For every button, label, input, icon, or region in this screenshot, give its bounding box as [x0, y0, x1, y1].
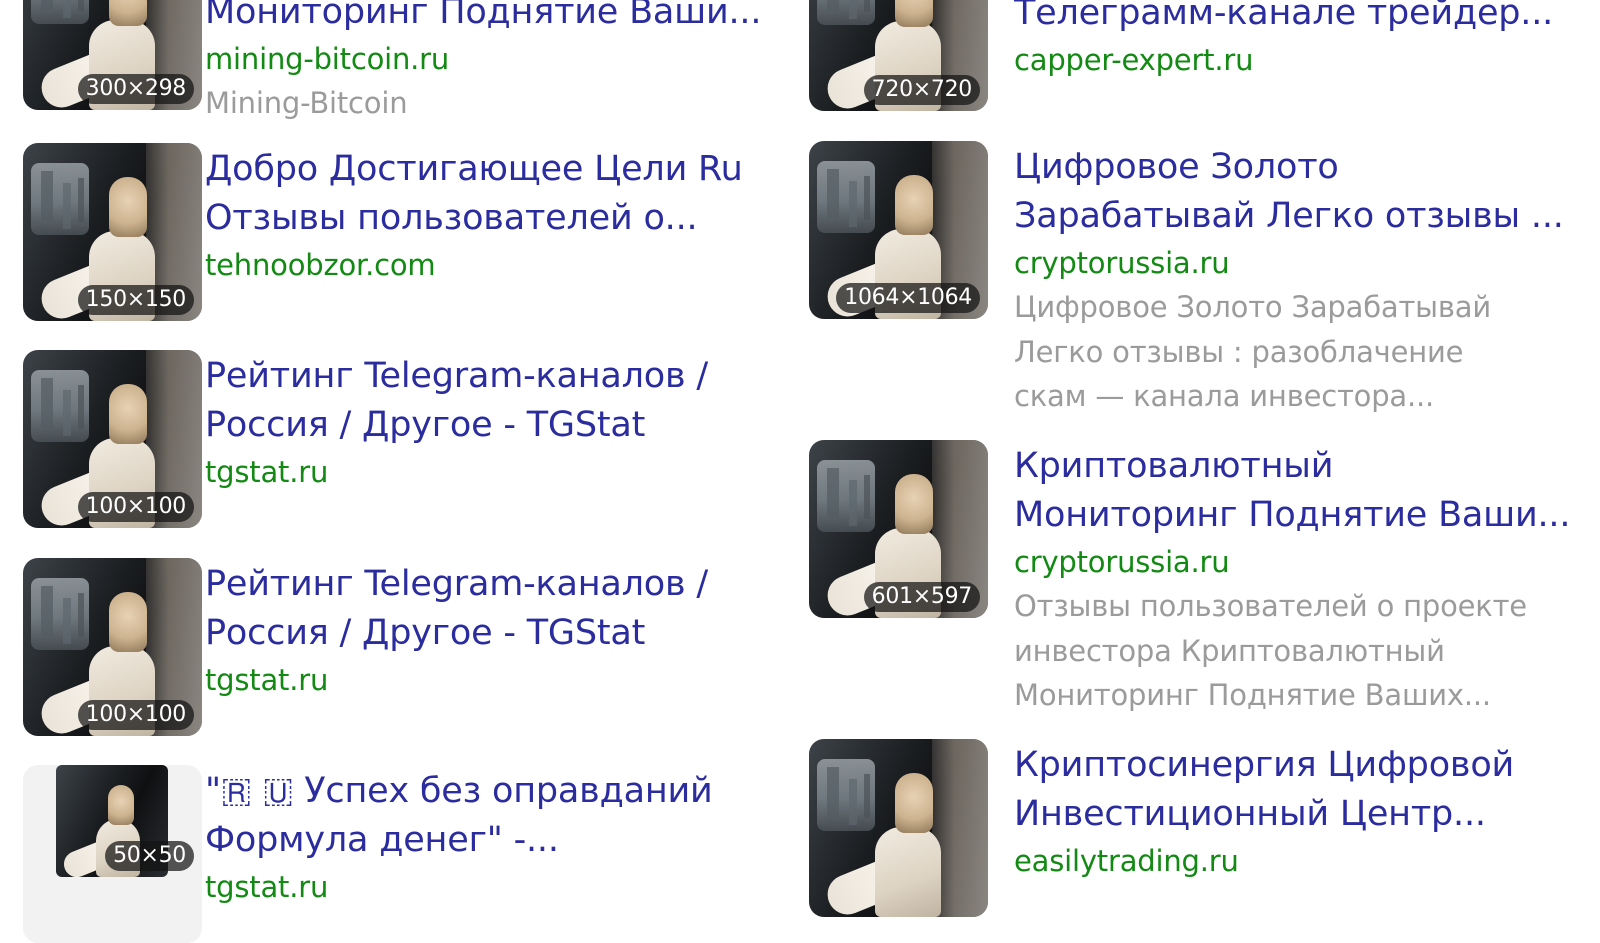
image-size-badge: 50×50: [105, 841, 194, 871]
result-title-line[interactable]: Россия / Другое - TGStat: [205, 609, 790, 658]
thumbnail-photo: [31, 0, 89, 24]
result-title-line[interactable]: "🇷 🇺 Успех без оправданий: [205, 767, 790, 816]
thumbnail-photo: [817, 759, 875, 831]
result-domain[interactable]: cryptorussia.ru: [1014, 241, 1600, 285]
result-thumbnail[interactable]: 150×150: [23, 143, 202, 321]
result-text: Криптовалютный Мониторинг Поднятие Ваши.…: [1014, 442, 1600, 718]
result-title-line[interactable]: Формула денег" -...: [205, 816, 790, 865]
result-title-line[interactable]: Цифровое Золото: [1014, 143, 1600, 192]
thumbnail-photo: [817, 0, 875, 25]
result-card[interactable]: 100×100 Рейтинг Telegram-каналов / Росси…: [0, 558, 790, 748]
result-text: Мониторинг Поднятие Ваши... mining-bitco…: [205, 0, 790, 126]
result-card[interactable]: 720×720 Телеграмм-канале трейдер... capp…: [808, 0, 1600, 123]
result-thumbnail[interactable]: 1064×1064: [809, 141, 988, 319]
result-snippet-line: Отзывы пользователей о проекте: [1014, 589, 1527, 623]
result-snippet-line: Цифровое Золото Зарабатывай: [1014, 290, 1491, 324]
result-domain[interactable]: tgstat.ru: [205, 865, 790, 909]
result-card[interactable]: 150×150 Добро Достигающее Цели Ru Отзывы…: [0, 143, 790, 333]
result-text: Добро Достигающее Цели Ru Отзывы пользов…: [205, 145, 790, 287]
image-size-badge: 720×720: [863, 75, 980, 105]
result-title-line[interactable]: Отзывы пользователей о...: [205, 194, 790, 243]
result-card[interactable]: Криптосинергия Цифровой Инвестиционный Ц…: [808, 739, 1600, 917]
image-size-badge: 1064×1064: [836, 283, 980, 313]
image-size-badge: 100×100: [77, 492, 194, 522]
thumbnail-photo: [31, 578, 89, 650]
thumbnail-photo: [817, 460, 875, 532]
result-title-line[interactable]: Мониторинг Поднятие Ваши...: [1014, 491, 1600, 540]
result-domain[interactable]: cryptorussia.ru: [1014, 540, 1600, 584]
result-source: Mining-Bitcoin: [205, 86, 408, 120]
result-title-line[interactable]: Россия / Другое - TGStat: [205, 401, 790, 450]
result-snippet-line: Мониторинг Поднятие Ваших...: [1014, 678, 1491, 712]
result-text: "🇷 🇺 Успех без оправданий Формула денег"…: [205, 767, 790, 909]
result-text: Цифровое Золото Зарабатывай Легко отзывы…: [1014, 143, 1600, 419]
result-thumbnail[interactable]: 720×720: [809, 0, 988, 111]
result-card[interactable]: 300×298 Мониторинг Поднятие Ваши... mini…: [0, 0, 790, 122]
result-text: Криптосинергия Цифровой Инвестиционный Ц…: [1014, 741, 1600, 883]
thumbnail-photo: [31, 370, 89, 442]
thumbnail-photo: [31, 163, 89, 235]
result-thumbnail[interactable]: 50×50: [23, 765, 202, 943]
result-card[interactable]: 50×50 "🇷 🇺 Успех без оправданий Формула …: [0, 765, 790, 943]
result-domain[interactable]: capper-expert.ru: [1014, 38, 1600, 82]
thumbnail-photo: [817, 161, 875, 233]
result-domain[interactable]: tehnoobzor.com: [205, 243, 790, 287]
result-thumbnail[interactable]: 300×298: [23, 0, 202, 110]
result-domain[interactable]: tgstat.ru: [205, 450, 790, 494]
result-card[interactable]: 100×100 Рейтинг Telegram-каналов / Росси…: [0, 350, 790, 540]
result-thumbnail[interactable]: [809, 739, 988, 917]
result-thumbnail[interactable]: 601×597: [809, 440, 988, 618]
image-size-badge: 150×150: [77, 285, 194, 315]
result-title-line[interactable]: Криптовалютный: [1014, 442, 1600, 491]
result-domain[interactable]: tgstat.ru: [205, 658, 790, 702]
result-title-line[interactable]: Инвестиционный Центр...: [1014, 790, 1600, 839]
result-title-line[interactable]: Криптосинергия Цифровой: [1014, 741, 1600, 790]
result-card[interactable]: 1064×1064 Цифровое Золото Зарабатывай Ле…: [808, 141, 1600, 431]
result-card[interactable]: 601×597 Криптовалютный Мониторинг Поднят…: [808, 440, 1600, 730]
image-size-badge: 601×597: [863, 582, 980, 612]
result-domain[interactable]: easilytrading.ru: [1014, 839, 1600, 883]
result-text: Телеграмм-канале трейдер... capper-exper…: [1014, 0, 1600, 82]
result-thumbnail[interactable]: 100×100: [23, 350, 202, 528]
result-title[interactable]: Мониторинг Поднятие Ваши...: [205, 0, 790, 37]
result-title-line[interactable]: Зарабатывай Легко отзывы ...: [1014, 192, 1600, 241]
result-text: Рейтинг Telegram-каналов / Россия / Друг…: [205, 560, 790, 702]
result-title-line[interactable]: Рейтинг Telegram-каналов /: [205, 560, 790, 609]
result-domain[interactable]: mining-bitcoin.ru: [205, 37, 790, 81]
result-title-line[interactable]: Рейтинг Telegram-каналов /: [205, 352, 790, 401]
result-text: Рейтинг Telegram-каналов / Россия / Друг…: [205, 352, 790, 494]
image-size-badge: 100×100: [77, 700, 194, 730]
result-thumbnail[interactable]: 100×100: [23, 558, 202, 736]
result-title[interactable]: Телеграмм-канале трейдер...: [1014, 0, 1600, 38]
image-size-badge: 300×298: [77, 74, 194, 104]
result-title-line[interactable]: Добро Достигающее Цели Ru: [205, 145, 790, 194]
result-snippet-line: скам — канала инвестора...: [1014, 379, 1435, 413]
result-snippet-line: инвестора Криптовалютный: [1014, 633, 1445, 668]
result-snippet-line: Легко отзывы : разоблачение: [1014, 334, 1464, 369]
